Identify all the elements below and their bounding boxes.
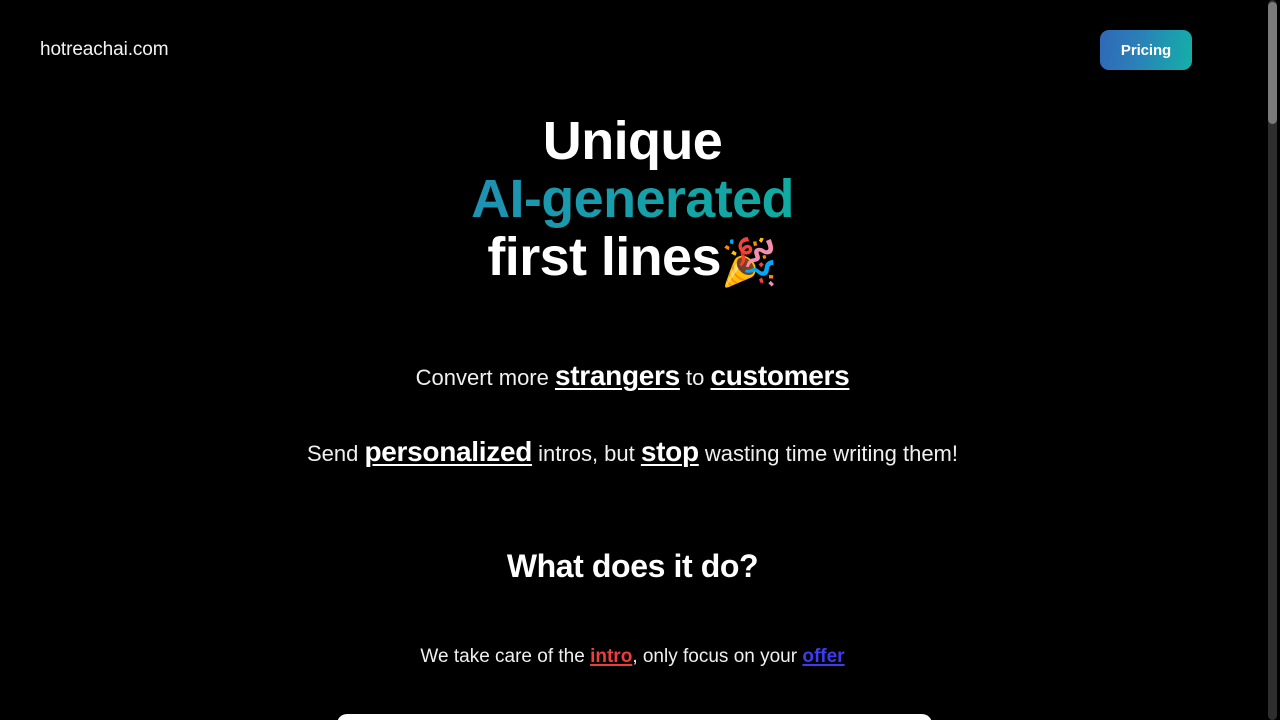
subcopy-1-emphasis-customers: customers — [710, 360, 850, 391]
page-scrollbar-thumb[interactable] — [1268, 2, 1277, 124]
section-tagline: We take care of the intro, only focus on… — [0, 644, 1265, 670]
subcopy-2-part-3: wasting time writing them! — [698, 441, 958, 466]
page-viewport: hotreachai.com Pricing Unique AI-generat… — [0, 0, 1265, 720]
hero-headline-line-3-text: first lines — [487, 227, 721, 287]
demo-card-partial[interactable] — [337, 714, 932, 720]
subcopy-1-emphasis-strangers: strangers — [554, 360, 680, 391]
subcopy-1-part-1: Convert more — [415, 365, 555, 390]
subcopy-2-emphasis-personalized: personalized — [364, 436, 533, 467]
subcopy-2-emphasis-stop: stop — [640, 436, 699, 467]
tagline-link-offer[interactable]: offer — [802, 646, 844, 667]
tagline-part-2: , only focus on your — [632, 646, 803, 667]
subcopy-1-part-2: to — [679, 365, 711, 390]
hero-headline-line-3: first lines🎉 — [0, 228, 1265, 291]
tagline-part-1: We take care of the — [420, 646, 591, 667]
brand-logo-text[interactable]: hotreachai.com — [40, 40, 169, 59]
subcopy-line-2: Send personalized intros, but stop wasti… — [0, 436, 1265, 470]
section-heading-what-does-it-do: What does it do? — [506, 548, 759, 584]
hero-section: Unique AI-generated first lines🎉 — [0, 112, 1265, 291]
subcopy-2-part-2: intros, but — [532, 441, 641, 466]
page-scrollbar-track[interactable] — [1265, 0, 1280, 720]
pricing-button[interactable]: Pricing — [1100, 30, 1192, 70]
tagline-link-intro[interactable]: intro — [590, 646, 632, 667]
hero-headline-line-2: AI-generated — [0, 170, 1265, 228]
party-popper-icon: 🎉 — [720, 236, 778, 288]
subcopy-2-part-1: Send — [306, 441, 365, 466]
site-header: hotreachai.com Pricing — [0, 0, 1265, 100]
subcopy-line-1: Convert more strangers to customers — [0, 360, 1265, 394]
hero-headline-line-1: Unique — [542, 111, 723, 171]
